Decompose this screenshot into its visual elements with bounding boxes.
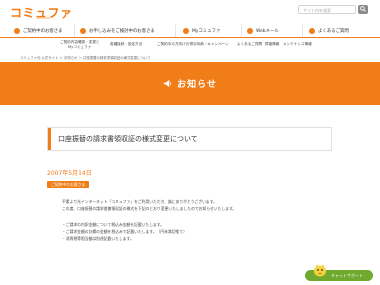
nav-label: よくあるご質問 [318,29,349,34]
nav-label: Webメール [256,29,279,34]
subnav-item-campaigns[interactable]: ご契約中の方向けお得な特典・キャンペーン [157,42,229,47]
subnav-label: Myコミュファ [68,44,92,49]
subnav-item-outage[interactable]: 障害情報 [265,42,279,47]
nav-divider [175,24,176,38]
main-nav: ご契約中のお客さま お申し込みをご検討中のお客さま Myコミュファ Webメール… [0,25,380,37]
search-button[interactable] [358,5,368,14]
nav-divider [74,24,75,38]
question-icon [309,28,315,34]
mail-icon [247,28,253,34]
nav-label: ご契約中のお客さま [23,29,63,34]
page-title: お知らせ [0,62,380,105]
house-icon [80,28,86,34]
body-line: ・ご請求の内訳金額について税込み金額を記載いたします。 [62,222,165,227]
article-date: 2007年5月14日 [47,170,92,177]
nav-label: Myコミュファ [192,29,221,34]
category-badge: ご契約中のお客さま [47,181,90,188]
nav-divider [302,24,303,38]
nav-item-my-commufa[interactable]: Myコミュファ [183,25,220,37]
nav-underline [0,37,380,38]
nav-item-faq[interactable]: よくあるご質問 [309,25,349,37]
nav-item-current-customers[interactable]: ご契約中のお客さま [14,25,63,37]
subnav-item-settings[interactable]: 各種接続・設定方法 [110,42,142,47]
nav-item-webmail[interactable]: Webメール [247,25,279,37]
megaphone-icon [163,79,172,88]
subnav-item-faq[interactable]: よくあるご質問 [237,42,262,47]
nav-item-prospective-customers[interactable]: お申し込みをご検討中のお客さま [80,25,155,37]
article-title-box: 口座振替の請求書領収証の様式変更について [47,127,332,151]
subnav-label: ご契約内容確認・変更と [60,40,100,44]
nav-label: お申し込みをご検討中のお客さま [89,29,155,34]
hero-banner: お知らせ [0,62,380,105]
subnav-item-contract[interactable]: ご契約内容確認・変更と Myコミュファ [60,40,100,49]
body-line: 平素より光インターネット「コミュファ」をご利用いただき、誠にありがとうございます… [62,199,217,204]
mascot-icon [314,264,326,277]
page-title-text: お知らせ [177,80,217,90]
body-line: ・ご請求金額の計欄の金額を税込みで記載いたします。（円未満切捨て） [62,229,187,234]
site-header: コミュファ commufa サイト内を検索 [0,0,380,22]
subnav-item-maintenance[interactable]: メンテナンス情報 [283,42,312,47]
sub-nav: ご契約内容確認・変更と Myコミュファ 各種接続・設定方法 ご契約中の方向けお得… [0,40,380,54]
person-icon [14,28,20,34]
logo-subtext: commufa [36,16,51,20]
article-title: 口座振替の請求書領収証の様式変更について [58,135,198,143]
search-input[interactable]: サイト内を検索 [298,5,356,14]
search-icon [360,6,366,12]
chat-support-label: チャットサポート [331,272,363,278]
breadcrumb[interactable]: コミュファ光 公式サイト ＞ お知らせ ＞ 口座振替の請求書領収証の様式変更につ… [20,55,151,60]
body-line: この度、口座振替の請求書兼領収証の様式を下記のとおり変更いたしましたのでお知らせ… [62,206,237,211]
nav-divider [241,24,242,38]
my-page-icon [183,28,189,34]
title-accent-bar [48,128,51,150]
body-line: ・消費税等相当額は別途記載いたします。 [62,236,134,241]
